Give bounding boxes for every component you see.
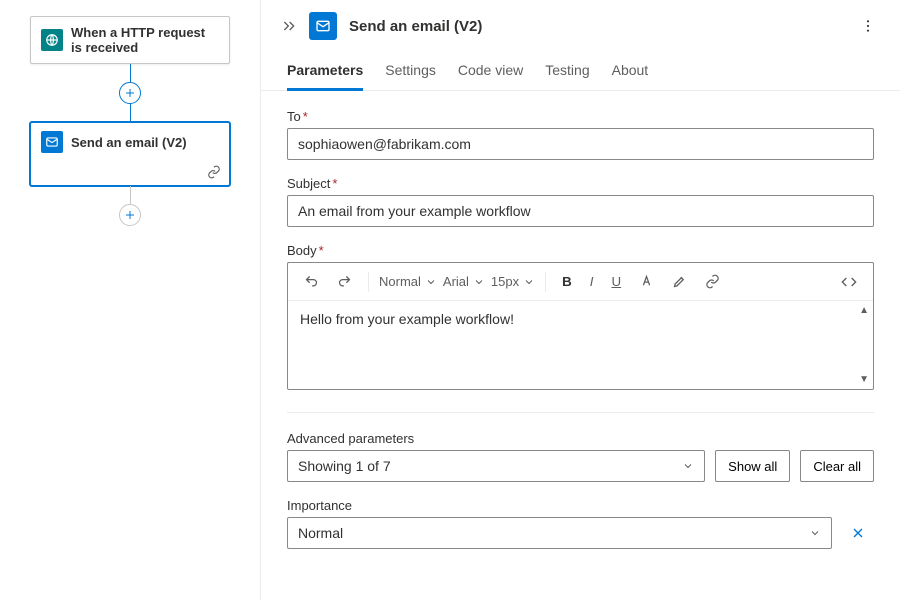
panel-title: Send an email (V2) [349, 18, 844, 35]
http-icon [41, 29, 63, 51]
collapse-panel-button[interactable] [281, 18, 297, 34]
node-http-trigger[interactable]: When a HTTP request is received [30, 16, 230, 64]
node-action-label: Send an email (V2) [71, 135, 187, 150]
node-send-email[interactable]: Send an email (V2) [30, 122, 230, 186]
tab-settings[interactable]: Settings [385, 62, 436, 91]
remove-importance-button[interactable] [842, 517, 874, 549]
font-size-select[interactable]: 15px [491, 274, 535, 289]
redo-button[interactable] [331, 270, 358, 293]
add-step-button-1[interactable] [119, 82, 141, 104]
workflow-canvas: When a HTTP request is received Send an … [0, 0, 260, 600]
body-label: Body* [287, 243, 874, 258]
tab-code-view[interactable]: Code view [458, 62, 523, 91]
highlight-button[interactable] [666, 270, 693, 293]
connector-2 [18, 186, 242, 226]
outlook-icon [309, 12, 337, 40]
add-step-button-2[interactable] [119, 204, 141, 226]
body-editor: Normal Arial 15px B I [287, 262, 874, 390]
advanced-params-select[interactable]: Showing 1 of 7 [287, 450, 705, 482]
scroll-down-icon[interactable]: ▼ [859, 374, 869, 385]
scroll-up-icon[interactable]: ▲ [859, 305, 869, 316]
tab-parameters[interactable]: Parameters [287, 62, 363, 91]
more-actions-button[interactable] [856, 14, 880, 38]
outlook-icon [41, 131, 63, 153]
connector-1 [18, 64, 242, 122]
italic-button[interactable]: I [584, 270, 600, 293]
tab-about[interactable]: About [612, 62, 649, 91]
show-all-button[interactable]: Show all [715, 450, 790, 482]
code-view-button[interactable] [835, 270, 863, 294]
tabs: Parameters Settings Code view Testing Ab… [261, 48, 900, 91]
link-button[interactable] [699, 270, 726, 293]
font-color-button[interactable] [633, 270, 660, 293]
undo-button[interactable] [298, 270, 325, 293]
connection-indicator-icon [207, 165, 221, 179]
tab-testing[interactable]: Testing [545, 62, 589, 91]
bold-button[interactable]: B [556, 270, 578, 293]
subject-input[interactable] [287, 195, 874, 227]
divider [287, 412, 874, 413]
font-family-select[interactable]: Arial [443, 274, 485, 289]
clear-all-button[interactable]: Clear all [800, 450, 874, 482]
to-label: To* [287, 109, 874, 124]
node-trigger-label: When a HTTP request is received [71, 25, 219, 55]
underline-button[interactable]: U [605, 270, 627, 293]
importance-select[interactable]: Normal [287, 517, 832, 549]
subject-label: Subject* [287, 176, 874, 191]
advanced-params-label: Advanced parameters [287, 431, 874, 446]
importance-label: Importance [287, 498, 874, 513]
to-input[interactable] [287, 128, 874, 160]
font-style-select[interactable]: Normal [379, 274, 437, 289]
detail-panel: Send an email (V2) Parameters Settings C… [260, 0, 900, 600]
body-content[interactable]: Hello from your example workflow! ▲ ▼ [288, 301, 873, 389]
